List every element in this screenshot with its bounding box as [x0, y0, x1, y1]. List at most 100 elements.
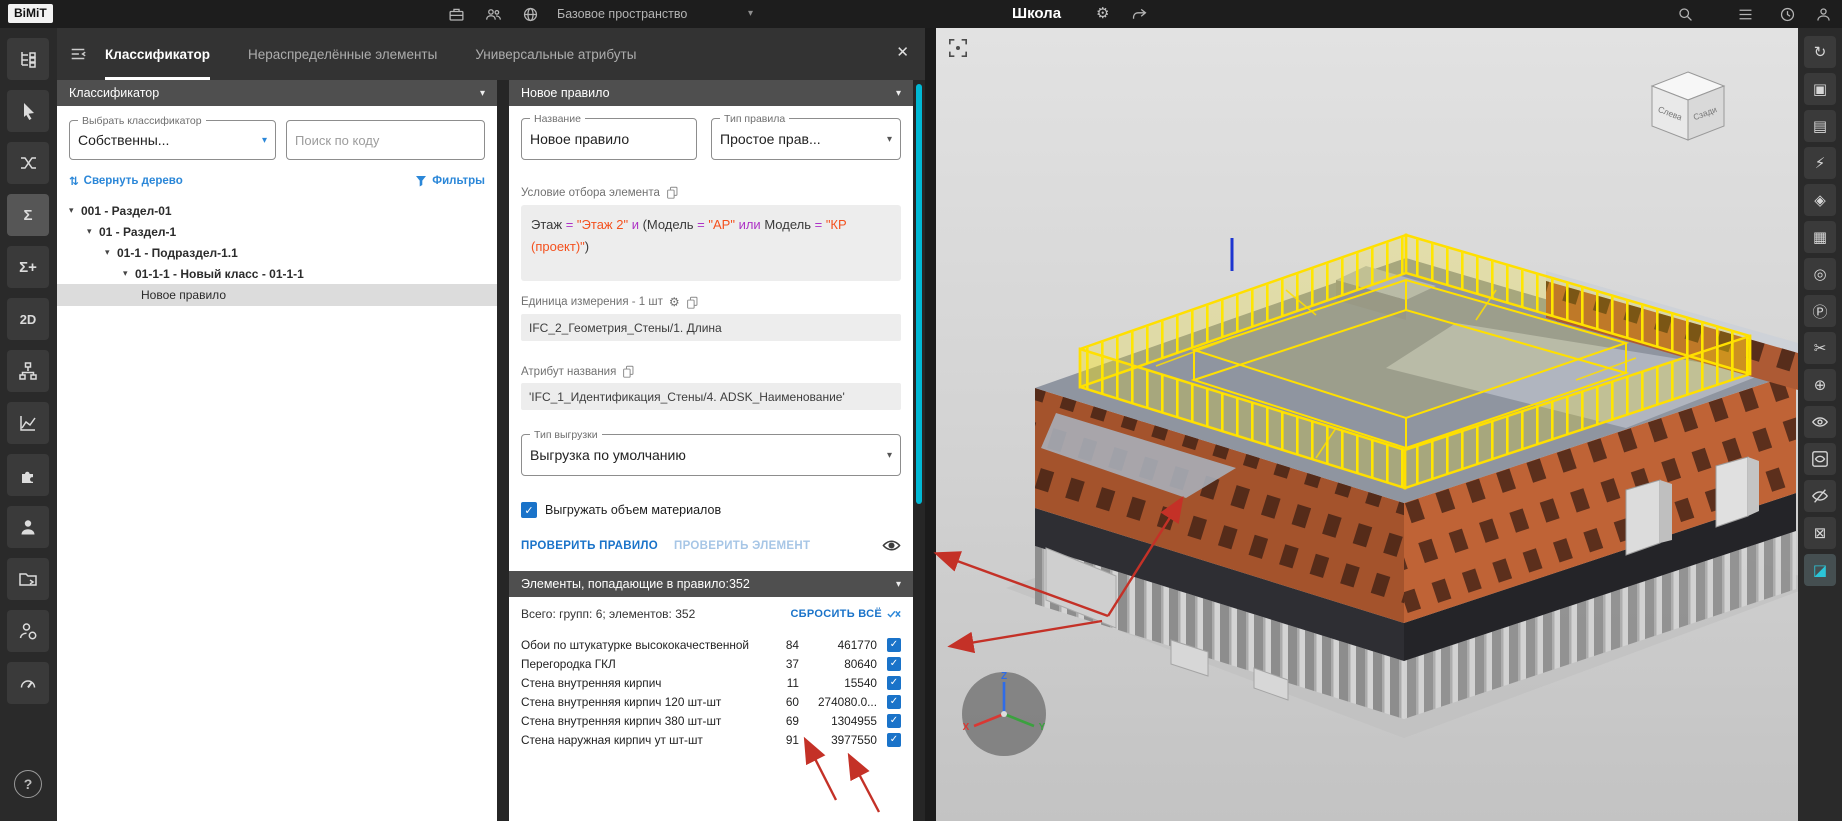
app-logo[interactable]: BiMiT [8, 4, 53, 23]
viewport-3d[interactable]: Слева Сзади Z X Y [936, 28, 1798, 821]
element-checkbox[interactable]: ✓ [887, 638, 901, 652]
shared-projects-button[interactable] [7, 558, 49, 600]
element-value: 274080.0... [799, 695, 877, 709]
collapse-panel-button[interactable] [69, 45, 87, 68]
reset-all-button[interactable]: СБРОСИТЬ ВСЁ [790, 608, 901, 620]
classifier-section-header[interactable]: Классификатор ▾ [57, 80, 497, 106]
copy-icon[interactable] [622, 365, 635, 378]
element-checkbox[interactable]: ✓ [887, 714, 901, 728]
share-button[interactable] [1130, 5, 1148, 23]
classifier-button[interactable]: Σ [7, 194, 49, 236]
tree-item[interactable]: ▾ 01-1 - Подраздел-1.1 [57, 242, 497, 263]
copy-icon[interactable] [686, 296, 699, 309]
panel-scrollbar[interactable] [916, 84, 922, 504]
element-row[interactable]: Стена внутренняя кирпич 120 шт-шт 60 274… [521, 692, 901, 711]
filters-link[interactable]: Фильтры [415, 175, 485, 187]
appearance-button[interactable]: ◪ [1804, 554, 1836, 586]
tab-unallocated-elements[interactable]: Нераспределённые элементы [248, 28, 437, 80]
model-structure-button[interactable] [7, 38, 49, 80]
relations-button[interactable] [7, 142, 49, 184]
element-checkbox[interactable]: ✓ [887, 657, 901, 671]
layers-button[interactable]: ▣ [1804, 73, 1836, 105]
tree-item[interactable]: ▾ 01-1-1 - Новый класс - 01-1-1 [57, 263, 497, 284]
classifier-add-button[interactable]: Σ+ [7, 246, 49, 288]
rule-type-select[interactable]: Тип правила Простое прав... ▾ [711, 118, 901, 160]
quick-actions-button[interactable]: ⚡ [1804, 147, 1836, 179]
view-cube[interactable]: Слева Сзади [1636, 66, 1740, 151]
chevron-down-icon: ▾ [887, 134, 892, 145]
element-row[interactable]: Стена наружная кирпич ут шт-шт 91 397755… [521, 730, 901, 749]
element-row[interactable]: Стена внутренняя кирпич 380 шт-шт 69 130… [521, 711, 901, 730]
hide-button[interactable] [1804, 480, 1836, 512]
classifier-select[interactable]: Выбрать классификатор Собственны... ▾ [69, 120, 276, 160]
view-2d-button[interactable]: 2D [7, 298, 49, 340]
tree-expand-icon[interactable]: ▾ [69, 205, 81, 216]
elements-section-header[interactable]: Элементы, попадающие в правило:352 ▾ [509, 571, 913, 597]
analytics-button[interactable] [7, 402, 49, 444]
visibility-button[interactable] [1804, 406, 1836, 438]
element-checkbox[interactable]: ✓ [887, 733, 901, 747]
help-button[interactable]: ? [14, 770, 42, 798]
plugins-button[interactable] [7, 454, 49, 496]
tab-classifier[interactable]: Классификатор [105, 28, 210, 80]
rule-name-field[interactable]: Название Новое правило [521, 118, 697, 160]
gear-icon[interactable]: ⚙ [669, 295, 680, 309]
tab-universal-attributes[interactable]: Универсальные атрибуты [475, 28, 636, 80]
settings-gear-icon[interactable]: ⚙ [1096, 4, 1109, 22]
close-icon[interactable]: ✕ [896, 43, 909, 61]
search-button[interactable] [1676, 5, 1694, 23]
orbit-button[interactable]: ↻ [1804, 36, 1836, 68]
tree-expand-icon[interactable]: ▾ [123, 268, 135, 279]
menu-button[interactable] [1736, 5, 1754, 23]
plan-mode-button[interactable]: Ⓟ [1804, 295, 1836, 327]
alignment-button[interactable]: ⊕ [1804, 369, 1836, 401]
hierarchy-button[interactable] [7, 350, 49, 392]
collapse-panel-icon [69, 45, 87, 63]
attr-value-field[interactable]: 'IFC_1_Идентификация_Стены/4. ADSK_Наиме… [521, 383, 901, 410]
collaboration-button[interactable] [7, 610, 49, 652]
tree-expand-icon[interactable]: ▾ [87, 226, 99, 237]
rule-section-header[interactable]: Новое правило ▾ [509, 80, 913, 106]
history-button[interactable] [1778, 5, 1796, 23]
chevron-down-icon: ▾ [480, 88, 485, 99]
preview-eye-button[interactable] [882, 536, 901, 555]
tree-item-label: 01 - Раздел-1 [99, 225, 176, 239]
profile-button[interactable] [1814, 5, 1832, 23]
workspace-selector[interactable]: Базовое пространство ▾ [557, 7, 753, 21]
tree-item-selected[interactable]: Новое правило [57, 284, 497, 306]
workspace-globe-icon[interactable] [521, 5, 539, 23]
select-tool-button[interactable] [7, 90, 49, 132]
check-rule-button[interactable]: ПРОВЕРИТЬ ПРАВИЛО [521, 540, 658, 552]
element-row[interactable]: Перегородка ГКЛ 37 80640 ✓ [521, 654, 901, 673]
element-row[interactable]: Обои по штукатурке высококачественной 84… [521, 635, 901, 654]
isolate-button[interactable] [1804, 443, 1836, 475]
materials-checkbox[interactable]: ✓ [521, 502, 537, 518]
element-checkbox[interactable]: ✓ [887, 676, 901, 690]
section-button[interactable]: ✂ [1804, 332, 1836, 364]
classifier-select-label: Выбрать классификатор [78, 115, 206, 127]
unit-value-field[interactable]: IFC_2_Геометрия_Стены/1. Длина [521, 314, 901, 341]
copy-icon[interactable] [666, 186, 679, 199]
tree-expand-icon[interactable]: ▾ [105, 247, 117, 258]
projects-icon[interactable] [447, 5, 465, 23]
profile-rail-button[interactable] [7, 506, 49, 548]
element-row[interactable]: Стена внутренняя кирпич 11 15540 ✓ [521, 673, 901, 692]
element-checkbox[interactable]: ✓ [887, 695, 901, 709]
condition-expression[interactable]: Этаж = "Этаж 2" и (Модель = "АР" или Мод… [521, 205, 901, 281]
export-type-select[interactable]: Тип выгрузки Выгрузка по умолчанию ▾ [521, 434, 901, 476]
code-search-field[interactable] [286, 120, 485, 160]
team-icon[interactable] [484, 5, 502, 23]
collapse-tree-link[interactable]: ⇅ Свернуть дерево [69, 174, 183, 188]
code-search-input[interactable] [295, 133, 476, 148]
focus-button[interactable]: ◎ [1804, 258, 1836, 290]
tree-item[interactable]: ▾ 001 - Раздел-01 [57, 200, 497, 221]
dashboard-button[interactable] [7, 662, 49, 704]
collapse-tree-label: Свернуть дерево [84, 175, 183, 187]
check-element-button[interactable]: ПРОВЕРИТЬ ЭЛЕМЕНТ [674, 540, 810, 552]
measure-button[interactable]: ▤ [1804, 110, 1836, 142]
grid-button[interactable]: ▦ [1804, 221, 1836, 253]
tree-item[interactable]: ▾ 01 - Раздел-1 [57, 221, 497, 242]
isometric-button[interactable]: ◈ [1804, 184, 1836, 216]
clip-frame-button[interactable]: ⊠ [1804, 517, 1836, 549]
axis-gizmo[interactable]: Z X Y [958, 668, 1050, 765]
